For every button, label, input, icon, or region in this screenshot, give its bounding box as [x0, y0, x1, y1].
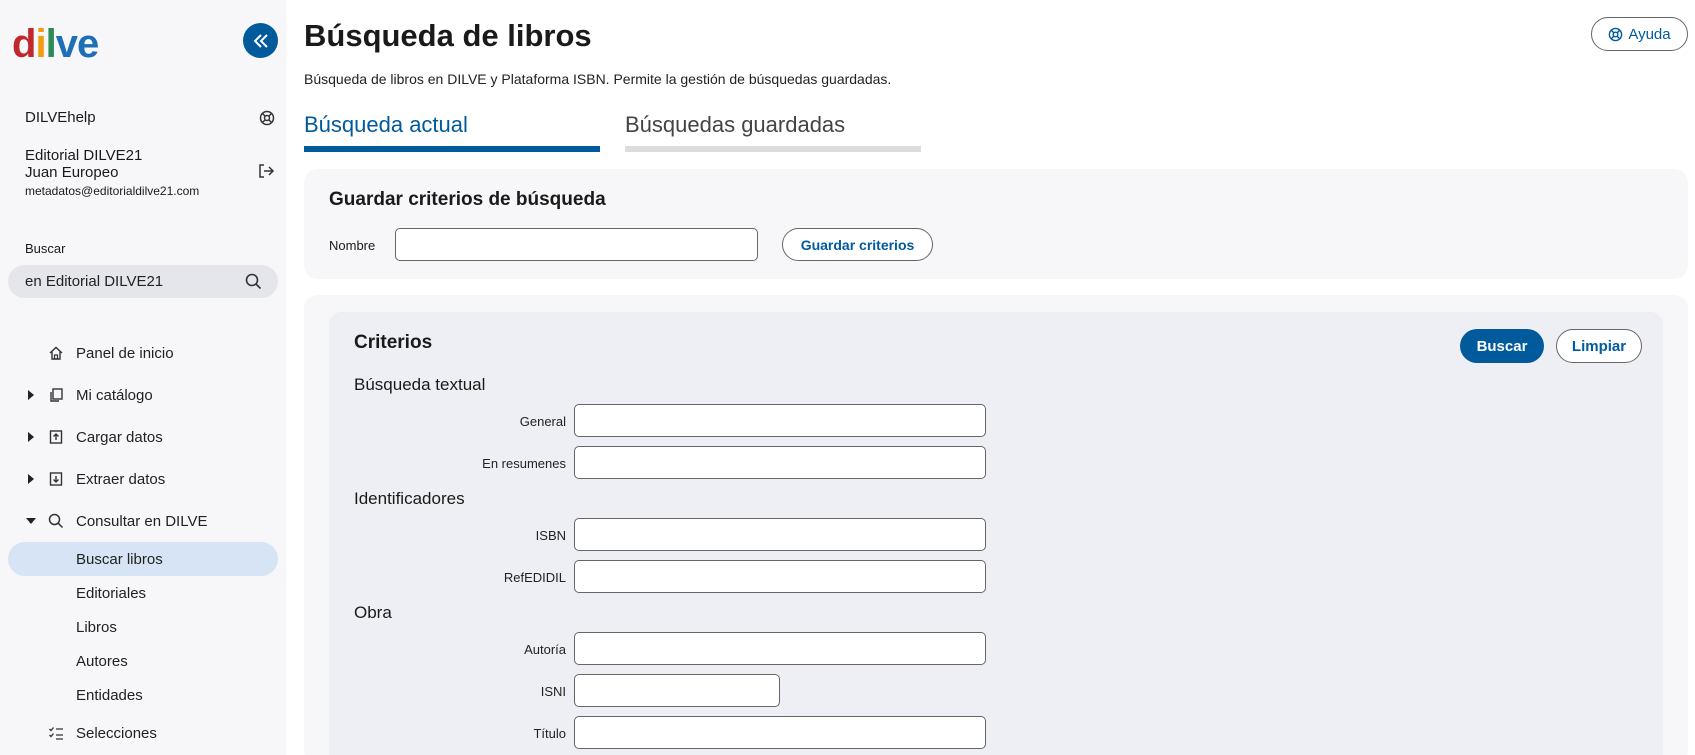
- resumenes-label: En resumenes: [482, 456, 566, 471]
- isbn-input[interactable]: [574, 518, 986, 551]
- section-obra: Obra: [354, 603, 392, 622]
- titulo-label: Título: [533, 726, 566, 741]
- caret-down-icon: [26, 518, 36, 524]
- logout-icon: [259, 164, 275, 178]
- sidebar-item-cargar-datos[interactable]: Cargar datos: [0, 416, 286, 458]
- caret-right-icon: [28, 432, 34, 442]
- criteria-form: Criterios Buscar Limpiar Búsqueda textua…: [329, 312, 1663, 755]
- help-button[interactable]: Ayuda: [1591, 17, 1688, 51]
- sidebar-item-mi-catalogo[interactable]: Mi catálogo: [0, 374, 286, 416]
- sidebar-item-label: Entidades: [76, 686, 143, 704]
- dilve-logo[interactable]: dilve: [12, 22, 99, 67]
- sidebar-item-label: Selecciones: [76, 724, 157, 742]
- sidebar-item-label: Consultar en DILVE: [76, 512, 208, 530]
- catalog-icon: [50, 388, 63, 402]
- caret-right-icon: [28, 474, 34, 484]
- sidebar-subitem-autores[interactable]: Autores: [8, 644, 278, 678]
- general-input[interactable]: [574, 404, 986, 437]
- save-criteria-title: Guardar criterios de búsqueda: [329, 189, 606, 210]
- sidebar-item-label: Mi catálogo: [76, 386, 153, 404]
- lifebuoy-icon: [259, 110, 275, 125]
- organization-name: Editorial DILVE21: [25, 147, 143, 164]
- titulo-input[interactable]: [574, 716, 986, 749]
- autoria-input[interactable]: [574, 632, 986, 665]
- help-link[interactable]: DILVEhelp: [25, 109, 275, 126]
- checklist-icon: [49, 727, 63, 740]
- user-info: Editorial DILVE21 Juan Europeo metadatos…: [25, 147, 275, 198]
- sidebar-subitem-libros[interactable]: Libros: [8, 610, 278, 644]
- search-label: Buscar: [25, 241, 66, 256]
- logo-letter: v: [55, 22, 78, 66]
- sidebar-item-label: Panel de inicio: [76, 344, 174, 362]
- sidebar-item-label: Cargar datos: [76, 428, 163, 446]
- save-criteria-panel: Guardar criterios de búsqueda Nombre Gua…: [304, 169, 1688, 279]
- caret-right-icon: [28, 390, 34, 400]
- user-email: metadatos@editorialdilve21.com: [25, 184, 200, 198]
- logout-button[interactable]: [257, 163, 275, 184]
- isni-input[interactable]: [574, 674, 780, 707]
- sidebar-search: [8, 265, 278, 298]
- double-chevron-left-icon: [253, 33, 268, 48]
- sidebar-item-label: Autores: [76, 652, 128, 670]
- search-button[interactable]: Buscar: [1460, 329, 1544, 363]
- sidebar-search-input[interactable]: [25, 273, 225, 290]
- isbn-label: ISBN: [535, 528, 566, 543]
- section-identificadores: Identificadores: [354, 489, 465, 508]
- isni-label: ISNI: [540, 684, 566, 699]
- tab-busqueda-actual[interactable]: Búsqueda actual: [304, 112, 468, 138]
- inactive-tab-indicator: [625, 146, 921, 152]
- criteria-title: Criterios: [354, 332, 433, 353]
- resumenes-input[interactable]: [574, 446, 986, 479]
- lifebuoy-icon: [1609, 27, 1623, 41]
- collapse-sidebar-button[interactable]: [243, 23, 278, 58]
- user-name: Juan Europeo: [25, 164, 119, 181]
- refedidil-input[interactable]: [574, 560, 986, 593]
- sidebar-subitem-editoriales[interactable]: Editoriales: [8, 576, 278, 610]
- section-busqueda-textual: Búsqueda textual: [354, 375, 486, 394]
- sidebar-item-selecciones[interactable]: Selecciones: [0, 712, 286, 754]
- sidebar: dilve DILVEhelp Editorial DILVE21 Juan E…: [0, 0, 286, 755]
- sidebar-item-extraer-datos[interactable]: Extraer datos: [0, 458, 286, 500]
- sidebar-subitem-entidades[interactable]: Entidades: [8, 678, 278, 712]
- clear-button[interactable]: Limpiar: [1556, 329, 1642, 363]
- logo-letter: d: [12, 22, 36, 66]
- criteria-panel: Criterios Buscar Limpiar Búsqueda textua…: [304, 295, 1688, 755]
- logo-letter: e: [76, 22, 99, 66]
- sidebar-item-label: Buscar libros: [76, 550, 163, 568]
- tab-busquedas-guardadas[interactable]: Búsquedas guardadas: [625, 112, 845, 138]
- sidebar-item-label: Editoriales: [76, 584, 147, 602]
- general-label: General: [519, 414, 566, 429]
- search-icon[interactable]: [245, 273, 262, 290]
- refedidil-label: RefEDIDIL: [503, 570, 566, 585]
- page-description: Búsqueda de libros en DILVE y Plataforma…: [304, 71, 892, 87]
- help-label: DILVEhelp: [25, 109, 96, 126]
- help-button-label: Ayuda: [1628, 25, 1671, 43]
- upload-icon: [49, 430, 63, 444]
- active-tab-indicator: [304, 146, 600, 152]
- sidebar-nav: Panel de inicio Mi catálogo Cargar datos…: [0, 332, 286, 754]
- name-label: Nombre: [329, 238, 376, 253]
- logo-letter: l: [45, 22, 57, 66]
- autoria-label: Autoría: [524, 642, 566, 657]
- sidebar-item-label: Libros: [76, 618, 117, 636]
- download-icon: [49, 472, 63, 486]
- logo-letter: i: [35, 22, 46, 66]
- sidebar-item-consultar-dilve[interactable]: Consultar en DILVE: [0, 500, 286, 542]
- save-criteria-button[interactable]: Guardar criterios: [782, 228, 933, 261]
- sidebar-item-panel-inicio[interactable]: Panel de inicio: [0, 332, 286, 374]
- sidebar-subitem-buscar-libros[interactable]: Buscar libros: [8, 542, 278, 576]
- home-icon: [49, 346, 63, 360]
- search-icon: [48, 513, 64, 529]
- criteria-name-input[interactable]: [395, 228, 758, 261]
- sidebar-item-label: Extraer datos: [76, 470, 166, 488]
- page-title: Búsqueda de libros: [304, 18, 592, 53]
